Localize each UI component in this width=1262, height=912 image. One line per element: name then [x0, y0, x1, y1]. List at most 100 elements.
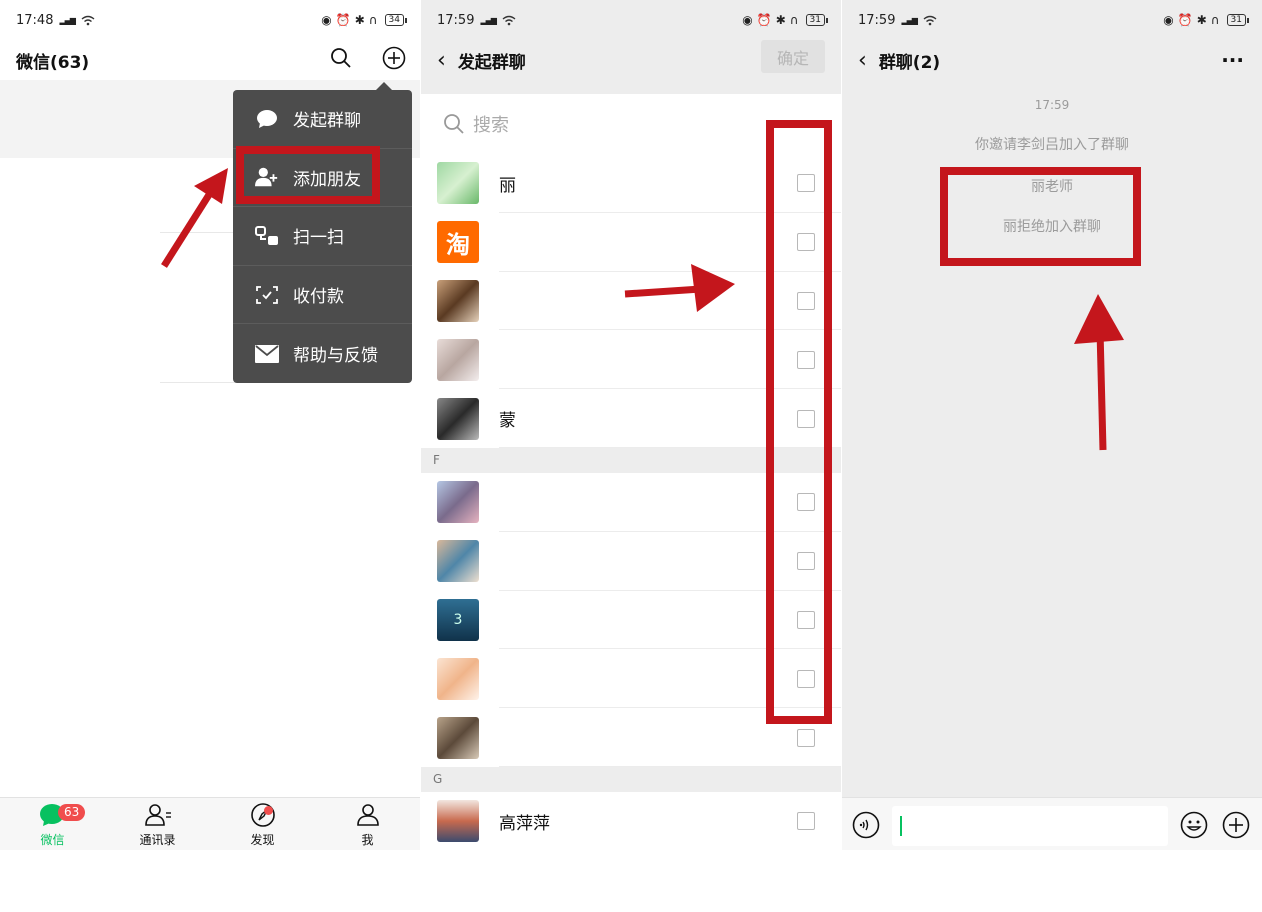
bluetooth-icon: ✱ [1196, 13, 1207, 27]
search-input[interactable]: 搜索 [473, 111, 509, 137]
sync-icon: ◉ [321, 13, 332, 27]
page-title: 微信(63) [16, 52, 90, 73]
avatar [437, 481, 479, 524]
search-bar[interactable]: 搜索 [421, 94, 841, 154]
add-circle-icon[interactable] [382, 46, 406, 70]
contact-row[interactable] [421, 708, 841, 767]
bluetooth-icon: ✱ [775, 13, 786, 27]
select-checkbox[interactable] [797, 174, 815, 193]
contact-row[interactable] [421, 649, 841, 709]
status-bar: 17:59 ▂▄▆ ◉ ⏰ ✱ ∩ 31 [421, 0, 841, 40]
select-checkbox[interactable] [797, 291, 815, 310]
back-arrow-icon[interactable]: ‹ [437, 48, 446, 73]
person-icon [355, 801, 381, 829]
contact-name: 高萍萍 [499, 813, 550, 834]
tab-label: 微信 [40, 833, 65, 847]
sync-icon: ◉ [742, 13, 753, 27]
avatar [437, 540, 479, 583]
contact-row[interactable] [421, 531, 841, 591]
more-options-icon[interactable]: ··· [1221, 48, 1244, 72]
system-message: 你邀请李剑吕加入了群聊 [975, 137, 1129, 153]
contact-list: 丽 淘 蒙 F 3 G 高萍萍 [421, 154, 841, 850]
tab-chats[interactable]: 微信 63 [0, 798, 105, 850]
menu-item-help-feedback[interactable]: 帮助与反馈 [233, 324, 412, 383]
chat-input-bar [842, 797, 1262, 850]
confirm-button[interactable]: 确定 [761, 40, 825, 73]
menu-item-start-group-chat[interactable]: 发起群聊 [233, 90, 412, 149]
headphones-icon: ∩ [789, 13, 799, 27]
contact-row[interactable]: 高萍萍 [421, 791, 841, 850]
emoji-icon[interactable] [1180, 811, 1208, 839]
sync-icon: ◉ [1163, 13, 1174, 27]
status-time: 17:48 [16, 12, 54, 28]
payment-icon [255, 283, 279, 307]
contact-row[interactable] [421, 472, 841, 532]
headphones-icon: ∩ [368, 13, 378, 27]
page-title: 发起群聊 [457, 52, 526, 73]
battery-indicator: 34 [384, 14, 408, 26]
select-checkbox[interactable] [797, 552, 815, 571]
avatar [437, 716, 479, 759]
avatar [437, 338, 479, 381]
message-timestamp: 17:59 [1034, 98, 1070, 112]
avatar [437, 657, 479, 700]
contact-row[interactable]: 丽 [421, 154, 841, 213]
search-icon [444, 114, 464, 134]
notification-dot [264, 806, 273, 815]
select-checkbox[interactable] [797, 610, 815, 629]
contact-row[interactable] [421, 271, 841, 331]
select-checkbox[interactable] [797, 350, 815, 369]
select-checkbox[interactable] [797, 409, 815, 428]
alarm-icon: ⏰ [335, 13, 351, 27]
menu-item-scan[interactable]: 扫一扫 [233, 207, 412, 266]
select-checkbox[interactable] [797, 669, 815, 688]
contact-row[interactable]: 3 [421, 590, 841, 650]
divider [160, 232, 235, 233]
tab-label: 发现 [250, 833, 275, 847]
wechat-chats-screen: 17:48 ▂▄▆ ◉ ⏰ ✱ ∩ 34 微信(63) 发起群聊 添加朋友 扫一… [0, 0, 420, 850]
tab-discover[interactable]: 发现 [210, 798, 315, 850]
contact-row[interactable]: 淘 [421, 212, 841, 272]
tab-label: 我 [361, 833, 374, 847]
wifi-icon [81, 15, 95, 25]
wifi-icon [923, 15, 937, 25]
taobao-avatar: 淘 [437, 221, 479, 264]
system-message: 丽老师 [1031, 179, 1073, 195]
menu-item-payment[interactable]: 收付款 [233, 266, 412, 325]
alarm-icon: ⏰ [1177, 13, 1193, 27]
signal-icon: ▂▄▆ [901, 15, 918, 25]
select-checkbox[interactable] [797, 728, 815, 747]
select-checkbox[interactable] [797, 233, 815, 252]
tab-contacts[interactable]: 通讯录 [105, 798, 210, 850]
menu-item-add-friend[interactable]: 添加朋友 [233, 149, 412, 208]
nav-bar: 微信(63) [0, 40, 420, 80]
contacts-icon [144, 801, 172, 829]
divider [160, 382, 235, 383]
tab-me[interactable]: 我 [315, 798, 420, 850]
avatar [437, 279, 479, 322]
search-icon[interactable] [330, 47, 352, 69]
status-bar: 17:59 ▂▄▆ ◉ ⏰ ✱ ∩ 31 [842, 0, 1262, 40]
headphones-icon: ∩ [1210, 13, 1220, 27]
contact-row[interactable] [421, 330, 841, 390]
chat-area: 17:59 你邀请李剑吕加入了群聊 丽老师 丽拒绝加入群聊 [842, 80, 1262, 798]
battery-indicator: 31 [805, 14, 829, 26]
add-circle-icon[interactable] [1222, 811, 1250, 839]
status-bar: 17:48 ▂▄▆ ◉ ⏰ ✱ ∩ 34 [0, 0, 420, 40]
bluetooth-icon: ✱ [354, 13, 365, 27]
nav-bar: ‹ 发起群聊 确定 [421, 40, 841, 80]
message-input[interactable] [892, 806, 1168, 846]
back-arrow-icon[interactable]: ‹ [858, 48, 867, 73]
start-group-chat-screen: 17:59 ▂▄▆ ◉ ⏰ ✱ ∩ 31 ‹ 发起群聊 确定 搜索 丽 淘 蒙 … [421, 0, 841, 850]
wifi-icon [502, 15, 516, 25]
section-header: F [421, 447, 841, 473]
voice-icon[interactable] [852, 811, 880, 839]
chat-bubble-icon [255, 107, 279, 131]
tab-label: 通讯录 [139, 833, 176, 847]
select-checkbox[interactable] [797, 812, 815, 831]
menu-item-label: 收付款 [293, 287, 344, 308]
contact-row[interactable]: 蒙 [421, 389, 841, 448]
alarm-icon: ⏰ [756, 13, 772, 27]
select-checkbox[interactable] [797, 493, 815, 512]
bottom-tab-bar: 微信 63 通讯录 发现 我 [0, 797, 420, 850]
